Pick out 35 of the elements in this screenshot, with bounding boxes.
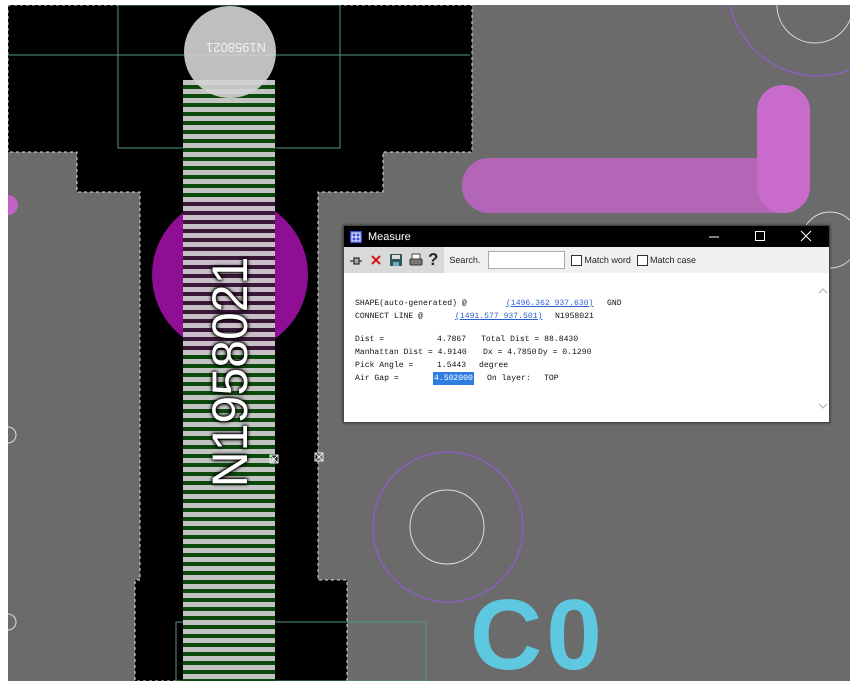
- air-gap-value: 4.502000: [433, 372, 474, 385]
- report-text: N1958021: [555, 311, 594, 323]
- scroll-down-icon[interactable]: [818, 402, 828, 410]
- coordinate-link[interactable]: (1496.362 937.630): [506, 297, 594, 310]
- drc-marker-icon: [314, 452, 324, 462]
- print-icon[interactable]: [408, 252, 424, 268]
- window-title: Measure: [368, 230, 411, 242]
- report-text: degree: [479, 360, 508, 372]
- help-button[interactable]: ?: [428, 252, 438, 268]
- report-text: 1.5443: [437, 360, 466, 372]
- report-text: TOP: [544, 373, 559, 385]
- option-checkbox[interactable]: Match case: [636, 254, 696, 266]
- coordinate-link[interactable]: (1491.577 937.501): [455, 310, 542, 323]
- left-pad-drawing: [8, 195, 18, 215]
- search-label: Search.: [449, 255, 480, 265]
- report-text: SHAPE(auto-generated) @: [355, 298, 467, 310]
- report-text: Manhattan Dist = 4.9140: [355, 347, 467, 359]
- app-icon: [350, 230, 362, 242]
- report-text: Pick Angle =: [355, 360, 414, 372]
- report-text: GND: [607, 298, 622, 310]
- scroll-up-icon[interactable]: [818, 287, 828, 295]
- silkscreen-label: C0: [470, 589, 606, 681]
- drc-marker-icon: [270, 454, 278, 464]
- option-checkbox[interactable]: Match word: [571, 254, 631, 266]
- report-text: CONNECT LINE @: [355, 311, 423, 323]
- report-text: Air Gap =: [355, 373, 399, 385]
- report-text: 4.7867: [437, 334, 466, 346]
- report-text: On layer:: [487, 373, 531, 385]
- search-field[interactable]: [488, 251, 566, 269]
- report-text: Dist =: [355, 334, 384, 346]
- net-label: N1958021: [202, 256, 258, 490]
- report-text: Dy = 0.1290: [538, 347, 592, 359]
- report-text: Dx = 4.7850: [483, 347, 536, 359]
- report-text: Total Dist = 88.8430: [481, 334, 578, 346]
- save-icon[interactable]: [388, 252, 404, 268]
